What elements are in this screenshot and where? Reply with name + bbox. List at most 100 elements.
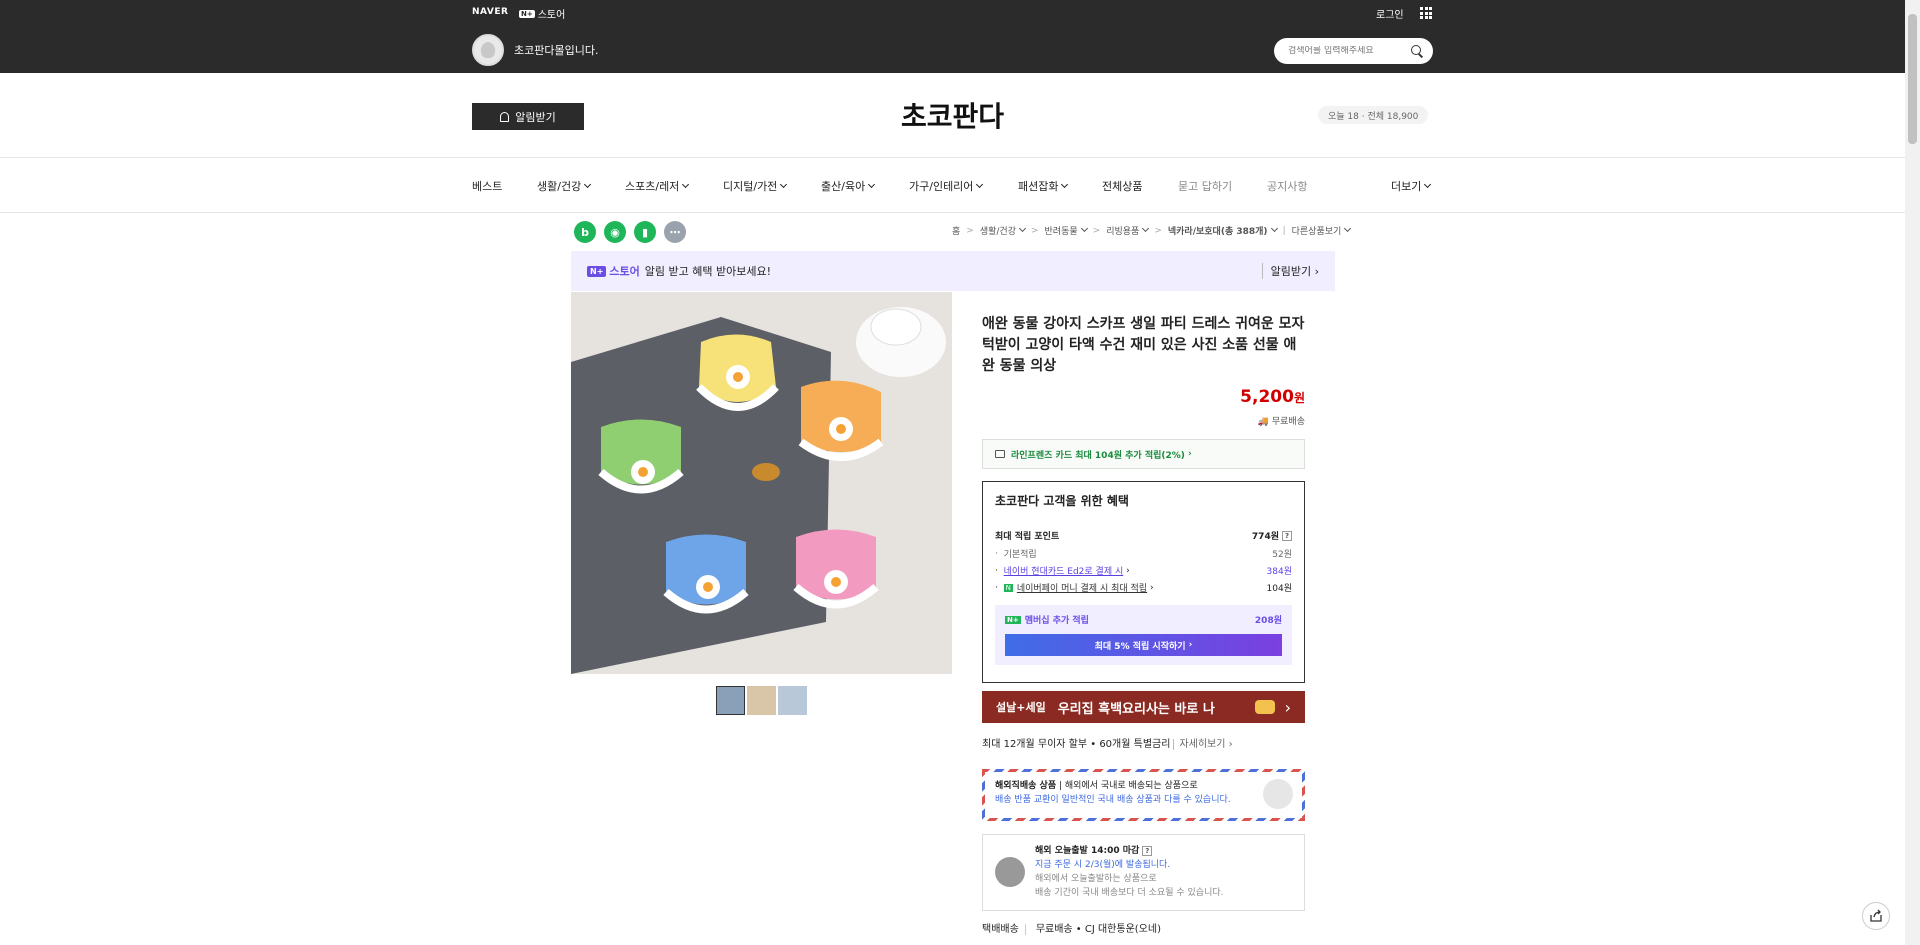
sale-banner[interactable]: 설날+세일 우리집 흑백요리사는 바로 나 › bbox=[982, 691, 1305, 723]
airplane-icon bbox=[1263, 779, 1293, 809]
banner-store-label: 스토어 bbox=[609, 265, 640, 278]
visitor-count: 오늘 18 · 전체 18,900 bbox=[1318, 106, 1429, 124]
nav-fashion[interactable]: 패션잡화 bbox=[1018, 178, 1069, 194]
chevron-down-icon bbox=[1270, 224, 1278, 233]
basic-points-row: · 기본적립 52원 bbox=[995, 548, 1292, 561]
overseas-note: 배송 반품 교환이 일반적인 국내 배송 상품과 다를 수 있습니다. bbox=[995, 795, 1231, 805]
chevron-down-icon bbox=[584, 180, 592, 189]
breadcrumb-level3[interactable]: 리빙용품 bbox=[1106, 224, 1150, 237]
breadcrumb-level2[interactable]: 반려동물 bbox=[1045, 224, 1088, 237]
nav-all-products[interactable]: 전체상품 bbox=[1102, 178, 1142, 194]
search-box bbox=[1274, 38, 1433, 64]
nav-qna[interactable]: 묻고 답하기 bbox=[1178, 178, 1232, 194]
card-icon bbox=[995, 450, 1005, 458]
installment-info: 최대 12개월 무이자 할부 • 60개월 특별금리 자세히보기 › bbox=[982, 739, 1233, 750]
card-benefit-link[interactable]: 라인프렌즈 카드 최대 104원 추가 적립(2%) › bbox=[982, 439, 1305, 469]
nav-more[interactable]: 더보기 bbox=[1391, 178, 1432, 194]
chevron-down-icon bbox=[1424, 180, 1432, 189]
overseas-shipping-notice: 해외직배송 상품 | 해외에서 국내로 배송되는 상품으로 배송 반품 교환이 … bbox=[982, 769, 1305, 821]
thumbnail-3[interactable] bbox=[778, 686, 807, 715]
thumbnail-1[interactable] bbox=[716, 686, 745, 715]
store-logo[interactable]: 초코판다 bbox=[0, 95, 1905, 135]
price-value: 5,200 bbox=[1240, 387, 1294, 407]
page-scrollbar[interactable] bbox=[1905, 0, 1920, 945]
category-nav: 베스트 생활/건강 스포츠/레저 디지털/가전 출산/육아 가구/인테리어 패션… bbox=[0, 158, 1905, 213]
breadcrumb-level1[interactable]: 생활/건강 bbox=[980, 224, 1027, 237]
today-ship-line2: 해외에서 오늘출발하는 상품으로 bbox=[1035, 874, 1157, 884]
breadcrumb-current[interactable]: 넥카라/보호대(총 388개) bbox=[1168, 224, 1278, 237]
card-points-row[interactable]: · 네이버 현대카드 Ed2로 결제 시 › 384원 bbox=[995, 564, 1292, 578]
help-icon[interactable]: ? bbox=[1142, 846, 1153, 856]
naver-blog-icon[interactable]: b bbox=[574, 221, 596, 243]
today-ship-line1: 지금 주문 시 2/3(월)에 발송됩니다. bbox=[1035, 860, 1171, 870]
sale-illustration bbox=[1254, 700, 1275, 714]
membership-start-button[interactable]: 최대 5% 적립 시작하기 › bbox=[1005, 634, 1282, 656]
help-icon[interactable]: ? bbox=[1282, 530, 1292, 541]
other-products-link[interactable]: 다른상품보기 bbox=[1292, 224, 1352, 237]
store-header: 알림받기 초코판다 오늘 18 · 전체 18,900 bbox=[0, 73, 1905, 158]
shipping-value: 무료배송 • CJ 대한통운(오네) bbox=[1035, 924, 1161, 935]
thumbnail-2[interactable] bbox=[747, 686, 776, 715]
product-price: 5,200원 bbox=[982, 387, 1305, 407]
truck-icon bbox=[995, 857, 1025, 887]
shipping-method: 택배배송 무료배송 • CJ 대한통운(오네) bbox=[982, 920, 1161, 935]
price-unit: 원 bbox=[1293, 391, 1305, 405]
apps-grid-icon[interactable] bbox=[1420, 7, 1432, 19]
chevron-down-icon bbox=[1080, 224, 1088, 233]
scrollbar-thumb[interactable] bbox=[1908, 14, 1917, 144]
today-ship-line3: 배송 기간이 국내 배송보다 더 소요될 수 있습니다. bbox=[1035, 888, 1224, 898]
banner-message: 알림 받고 혜택 받아보세요! bbox=[644, 265, 771, 278]
nstore-badge: N+ bbox=[519, 9, 535, 18]
store-name[interactable]: 초코판다몰입니다. bbox=[514, 42, 598, 58]
search-icon[interactable] bbox=[1411, 45, 1423, 57]
nstore-label: 스토어 bbox=[537, 10, 566, 21]
top-bar: NAVER N+ 스토어 로그인 초코판다몰입니다. bbox=[0, 0, 1905, 73]
breadcrumb: 홈 > 생활/건강 > 반려동물 > 리빙용품 > 넥카라/보호대(총 388개) | 다… bbox=[952, 224, 1352, 237]
overseas-label: 해외직배송 상품 bbox=[995, 781, 1057, 791]
pay-points-row[interactable]: · N 네이버페이 머니 결제 시 최대 적립 › 104원 bbox=[995, 581, 1292, 595]
shipping-label: 택배배송 bbox=[982, 924, 1026, 935]
nav-digital[interactable]: 디지털/가전 bbox=[723, 178, 788, 194]
nplus-icon: N+ bbox=[1005, 615, 1021, 624]
chevron-down-icon bbox=[682, 180, 690, 189]
nav-baby[interactable]: 출산/육아 bbox=[821, 178, 876, 194]
points-benefit-box: 초코판다 고객을 위한 혜택 최대 적립 포인트 774원? · 기본적립 52원 … bbox=[982, 481, 1305, 683]
max-points-row: 최대 적립 포인트 774원? bbox=[995, 529, 1292, 542]
nav-notice[interactable]: 공지사항 bbox=[1267, 178, 1307, 194]
today-shipping-box: 해외 오늘출발 14:00 마감? 지금 주문 시 2/3(월)에 발송됩니다.… bbox=[982, 834, 1305, 911]
membership-box: N+ 멤버십 추가 적립 208원 최대 5% 적립 시작하기 › bbox=[995, 605, 1292, 665]
product-main-image[interactable] bbox=[571, 292, 952, 674]
breadcrumb-home[interactable]: 홈 bbox=[952, 224, 960, 237]
nstore-link[interactable]: N+ 스토어 bbox=[519, 6, 565, 21]
chevron-down-icon bbox=[1018, 224, 1027, 233]
more-icon[interactable]: ⋯ bbox=[664, 221, 686, 243]
login-link[interactable]: 로그인 bbox=[1376, 6, 1404, 21]
nav-sports[interactable]: 스포츠/레저 bbox=[625, 178, 690, 194]
overseas-text: 해외에서 국내로 배송되는 상품으로 bbox=[1064, 781, 1198, 791]
chevron-down-icon bbox=[1142, 224, 1150, 233]
chevron-down-icon bbox=[868, 180, 876, 189]
sale-banner-left: 설날+세일 bbox=[996, 701, 1046, 714]
card-benefit-text: 라인프렌즈 카드 최대 104원 추가 적립(2%) bbox=[1011, 450, 1185, 461]
naver-logo[interactable]: NAVER bbox=[472, 7, 508, 17]
npay-icon: N bbox=[1003, 583, 1013, 592]
search-input[interactable] bbox=[1288, 46, 1408, 56]
today-ship-title: 해외 오늘출발 14:00 마감 bbox=[1035, 846, 1140, 856]
store-avatar[interactable] bbox=[472, 34, 504, 66]
product-title: 애완 동물 강아지 스카프 생일 파티 드레스 귀여운 모자 턱받이 고양이 타… bbox=[982, 316, 1305, 374]
nav-best[interactable]: 베스트 bbox=[472, 178, 502, 194]
installment-more-link[interactable]: 자세히보기 › bbox=[1173, 739, 1233, 750]
nav-furniture[interactable]: 가구/인테리어 bbox=[909, 178, 984, 194]
alarm-banner[interactable]: N+ 스토어 알림 받고 혜택 받아보세요! 알림받기 › bbox=[571, 251, 1335, 291]
points-title: 초코판다 고객을 위한 혜택 bbox=[995, 494, 1129, 508]
nav-living-health[interactable]: 생활/건강 bbox=[537, 178, 592, 194]
bookmark-icon[interactable]: ▮ bbox=[634, 221, 656, 243]
share-icon[interactable] bbox=[1862, 902, 1890, 930]
chevron-down-icon bbox=[1344, 224, 1352, 233]
chevron-down-icon bbox=[780, 180, 788, 189]
banner-alarm-link[interactable]: 알림받기 › bbox=[1261, 263, 1319, 279]
sale-banner-text: 우리집 흑백요리사는 바로 나 bbox=[1057, 701, 1215, 717]
nplus-badge: N+ bbox=[587, 265, 607, 277]
chevron-down-icon bbox=[976, 180, 984, 189]
talk-icon[interactable]: ◉ bbox=[604, 221, 626, 243]
